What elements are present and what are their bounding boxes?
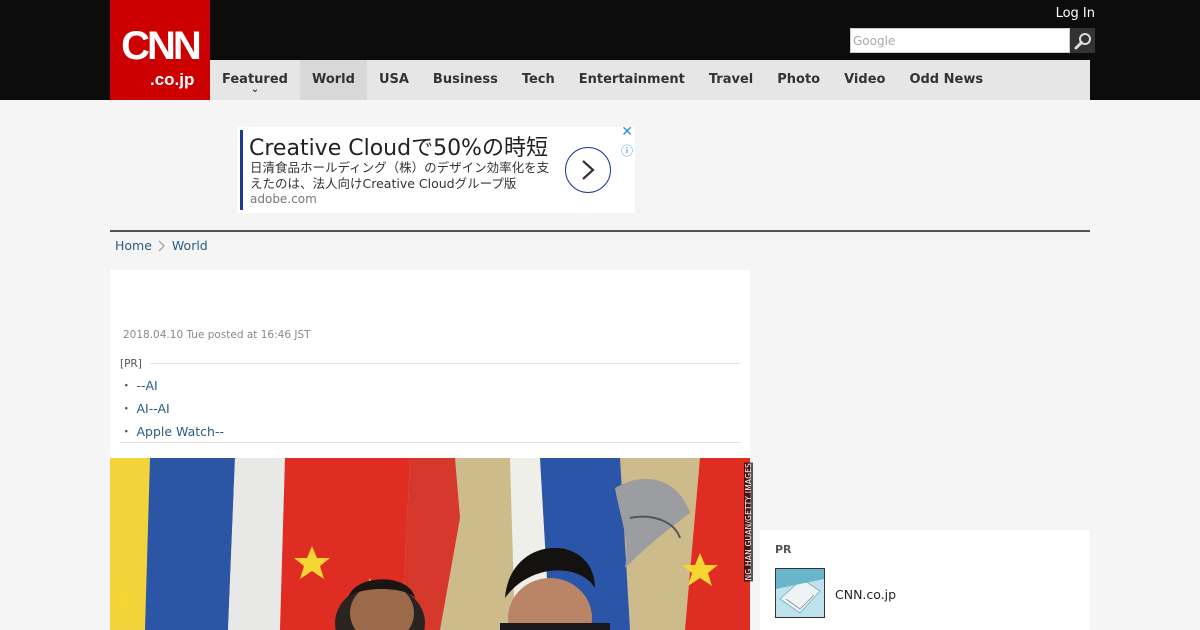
sidebar-pr-box: PR CNN.co.jp xyxy=(760,530,1090,630)
nav-item-label: Video xyxy=(844,72,886,87)
nav-item-usa[interactable]: USA xyxy=(367,60,421,100)
chevron-down-icon: ⌄ xyxy=(250,84,260,95)
nav-item-world[interactable]: World xyxy=(299,60,367,100)
ad-open-button[interactable] xyxy=(565,147,611,193)
pr-divider-top xyxy=(150,363,740,364)
pr-link[interactable]: AI--AI xyxy=(136,401,169,416)
pr-item-title[interactable]: CNN.co.jp xyxy=(835,587,896,602)
list-item: ・ Apple Watch-- xyxy=(120,424,224,439)
section-divider xyxy=(110,230,1090,232)
breadcrumb-world[interactable]: World xyxy=(172,238,208,253)
nav-item-label: Entertainment xyxy=(578,72,685,87)
logo-suffix: .co.jp xyxy=(150,70,195,89)
article-header: 2018.04.10 Tue posted at 16:46 JST [PR] … xyxy=(110,270,750,458)
login-link[interactable]: Log In xyxy=(1056,6,1095,21)
nav-item-travel[interactable]: Travel xyxy=(697,60,765,100)
breadcrumb: Home World xyxy=(115,238,208,253)
article-photo xyxy=(110,458,750,630)
info-icon[interactable]: ⓘ xyxy=(621,142,633,159)
nav-item-label: Tech xyxy=(521,72,555,87)
pr-divider-bottom xyxy=(120,442,740,443)
main-nav: Featured ⌄ World USA Business Tech Enter… xyxy=(210,60,1090,100)
nav-item-tech[interactable]: Tech xyxy=(510,60,567,100)
ad-domain: adobe.com xyxy=(250,192,317,206)
nav-item-label: Photo xyxy=(777,72,821,87)
nav-item-video[interactable]: Video xyxy=(832,60,897,100)
ad-banner[interactable]: Creative Cloudで50%の時短 日清食品ホールディング（株）のデザイ… xyxy=(237,124,635,213)
breadcrumb-home[interactable]: Home xyxy=(115,238,152,253)
ad-title[interactable]: Creative Cloudで50%の時短 xyxy=(249,130,548,162)
photo-illustration xyxy=(110,458,750,630)
close-icon[interactable]: ✕ xyxy=(621,124,633,140)
nav-item-label: USA xyxy=(378,72,409,87)
ad-accent-bar xyxy=(240,130,243,210)
nav-item-business[interactable]: Business xyxy=(421,60,510,100)
pr-link[interactable]: Apple Watch-- xyxy=(136,424,224,439)
nav-item-label: Odd News xyxy=(909,72,984,87)
laptop-mail-image xyxy=(776,569,824,617)
ad-body: 日清食品ホールディング（株）のデザイン効率化を支えたのは、法人向けCreativ… xyxy=(250,160,550,191)
search-button[interactable] xyxy=(1070,28,1095,53)
nav-item-odd-news[interactable]: Odd News xyxy=(897,60,995,100)
nav-item-label: Travel xyxy=(708,72,754,87)
nav-item-label: Business xyxy=(432,72,498,87)
photo-credit: NG HAN GUAN/GETTY IMAGES xyxy=(744,462,753,582)
sidebar-pr-label: PR xyxy=(775,543,792,556)
nav-item-label: World xyxy=(311,72,355,87)
search-input[interactable] xyxy=(850,28,1070,53)
search-icon xyxy=(1074,32,1091,49)
pr-link[interactable]: --AI xyxy=(136,378,157,393)
pr-label: [PR] xyxy=(120,358,142,370)
pr-link-list: ・ --AI ・ AI--AI ・ Apple Watch-- xyxy=(120,374,224,443)
cnn-logo[interactable]: CNN .co.jp xyxy=(110,0,210,100)
chevron-right-icon xyxy=(582,160,595,180)
nav-item-entertainment[interactable]: Entertainment xyxy=(567,60,697,100)
nav-item-featured[interactable]: Featured ⌄ xyxy=(210,60,300,100)
chevron-right-icon xyxy=(158,240,165,251)
logo-wordmark: CNN xyxy=(121,24,202,68)
post-date: 2018.04.10 Tue posted at 16:46 JST xyxy=(123,329,311,341)
pr-thumbnail[interactable] xyxy=(775,568,825,618)
list-item: ・ --AI xyxy=(120,378,158,393)
list-item: ・ AI--AI xyxy=(120,401,170,416)
nav-item-photo[interactable]: Photo xyxy=(765,60,832,100)
